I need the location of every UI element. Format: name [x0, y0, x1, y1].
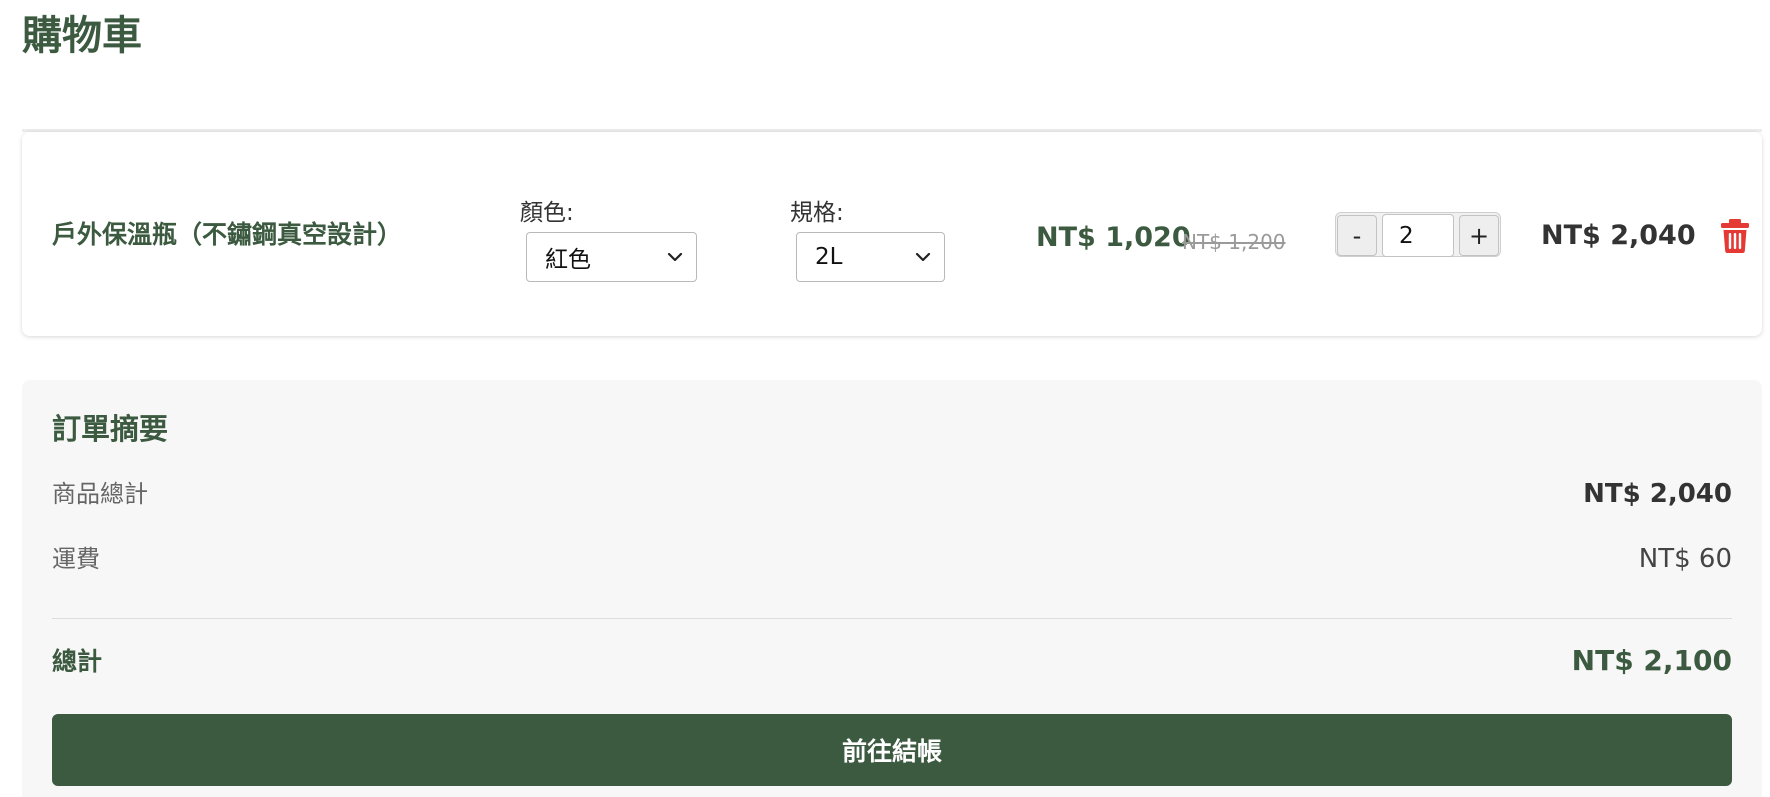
original-price: NT$ 1,200	[1182, 230, 1286, 254]
quantity-input[interactable]	[1382, 214, 1454, 257]
decrease-quantity-button[interactable]: -	[1337, 215, 1377, 256]
page-title: 購物車	[22, 13, 142, 59]
cart-item: 戶外保溫瓶（不鏽鋼真空設計） 顏色: 紅色 規格: 2L NT$ 1,020 N…	[22, 132, 1762, 336]
shipping-value: NT$ 60	[1638, 544, 1732, 574]
product-name[interactable]: 戶外保溫瓶（不鏽鋼真空設計）	[52, 219, 402, 251]
color-select[interactable]: 紅色	[526, 232, 697, 282]
summary-divider	[52, 618, 1732, 619]
trash-icon	[1721, 219, 1749, 253]
sale-price: NT$ 1,020	[1036, 222, 1191, 253]
shipping-label: 運費	[52, 545, 100, 573]
total-value: NT$ 2,100	[1571, 644, 1732, 677]
order-summary: 訂單摘要 商品總計 NT$ 2,040 運費 NT$ 60 總計 NT$ 2,1…	[22, 380, 1762, 797]
subtotal-value: NT$ 2,040	[1583, 479, 1732, 509]
chevron-down-icon	[915, 252, 931, 262]
color-option-label: 顏色:	[520, 200, 574, 226]
spec-select[interactable]: 2L	[796, 232, 945, 282]
item-line-total: NT$ 2,040	[1541, 220, 1696, 251]
spec-option-label: 規格:	[790, 200, 844, 226]
checkout-button[interactable]: 前往結帳	[52, 714, 1732, 786]
increase-quantity-button[interactable]: +	[1459, 215, 1499, 256]
cart-page: 購物車 戶外保溫瓶（不鏽鋼真空設計） 顏色: 紅色 規格: 2L NT$ 1,0…	[0, 0, 1770, 797]
summary-title: 訂單摘要	[52, 412, 169, 446]
total-label: 總計	[52, 647, 103, 676]
remove-item-button[interactable]	[1719, 218, 1751, 254]
quantity-stepper: - +	[1335, 212, 1501, 257]
subtotal-label: 商品總計	[52, 480, 148, 508]
chevron-down-icon	[667, 252, 683, 262]
color-select-value: 紅色	[545, 247, 591, 273]
spec-select-value: 2L	[815, 244, 843, 270]
